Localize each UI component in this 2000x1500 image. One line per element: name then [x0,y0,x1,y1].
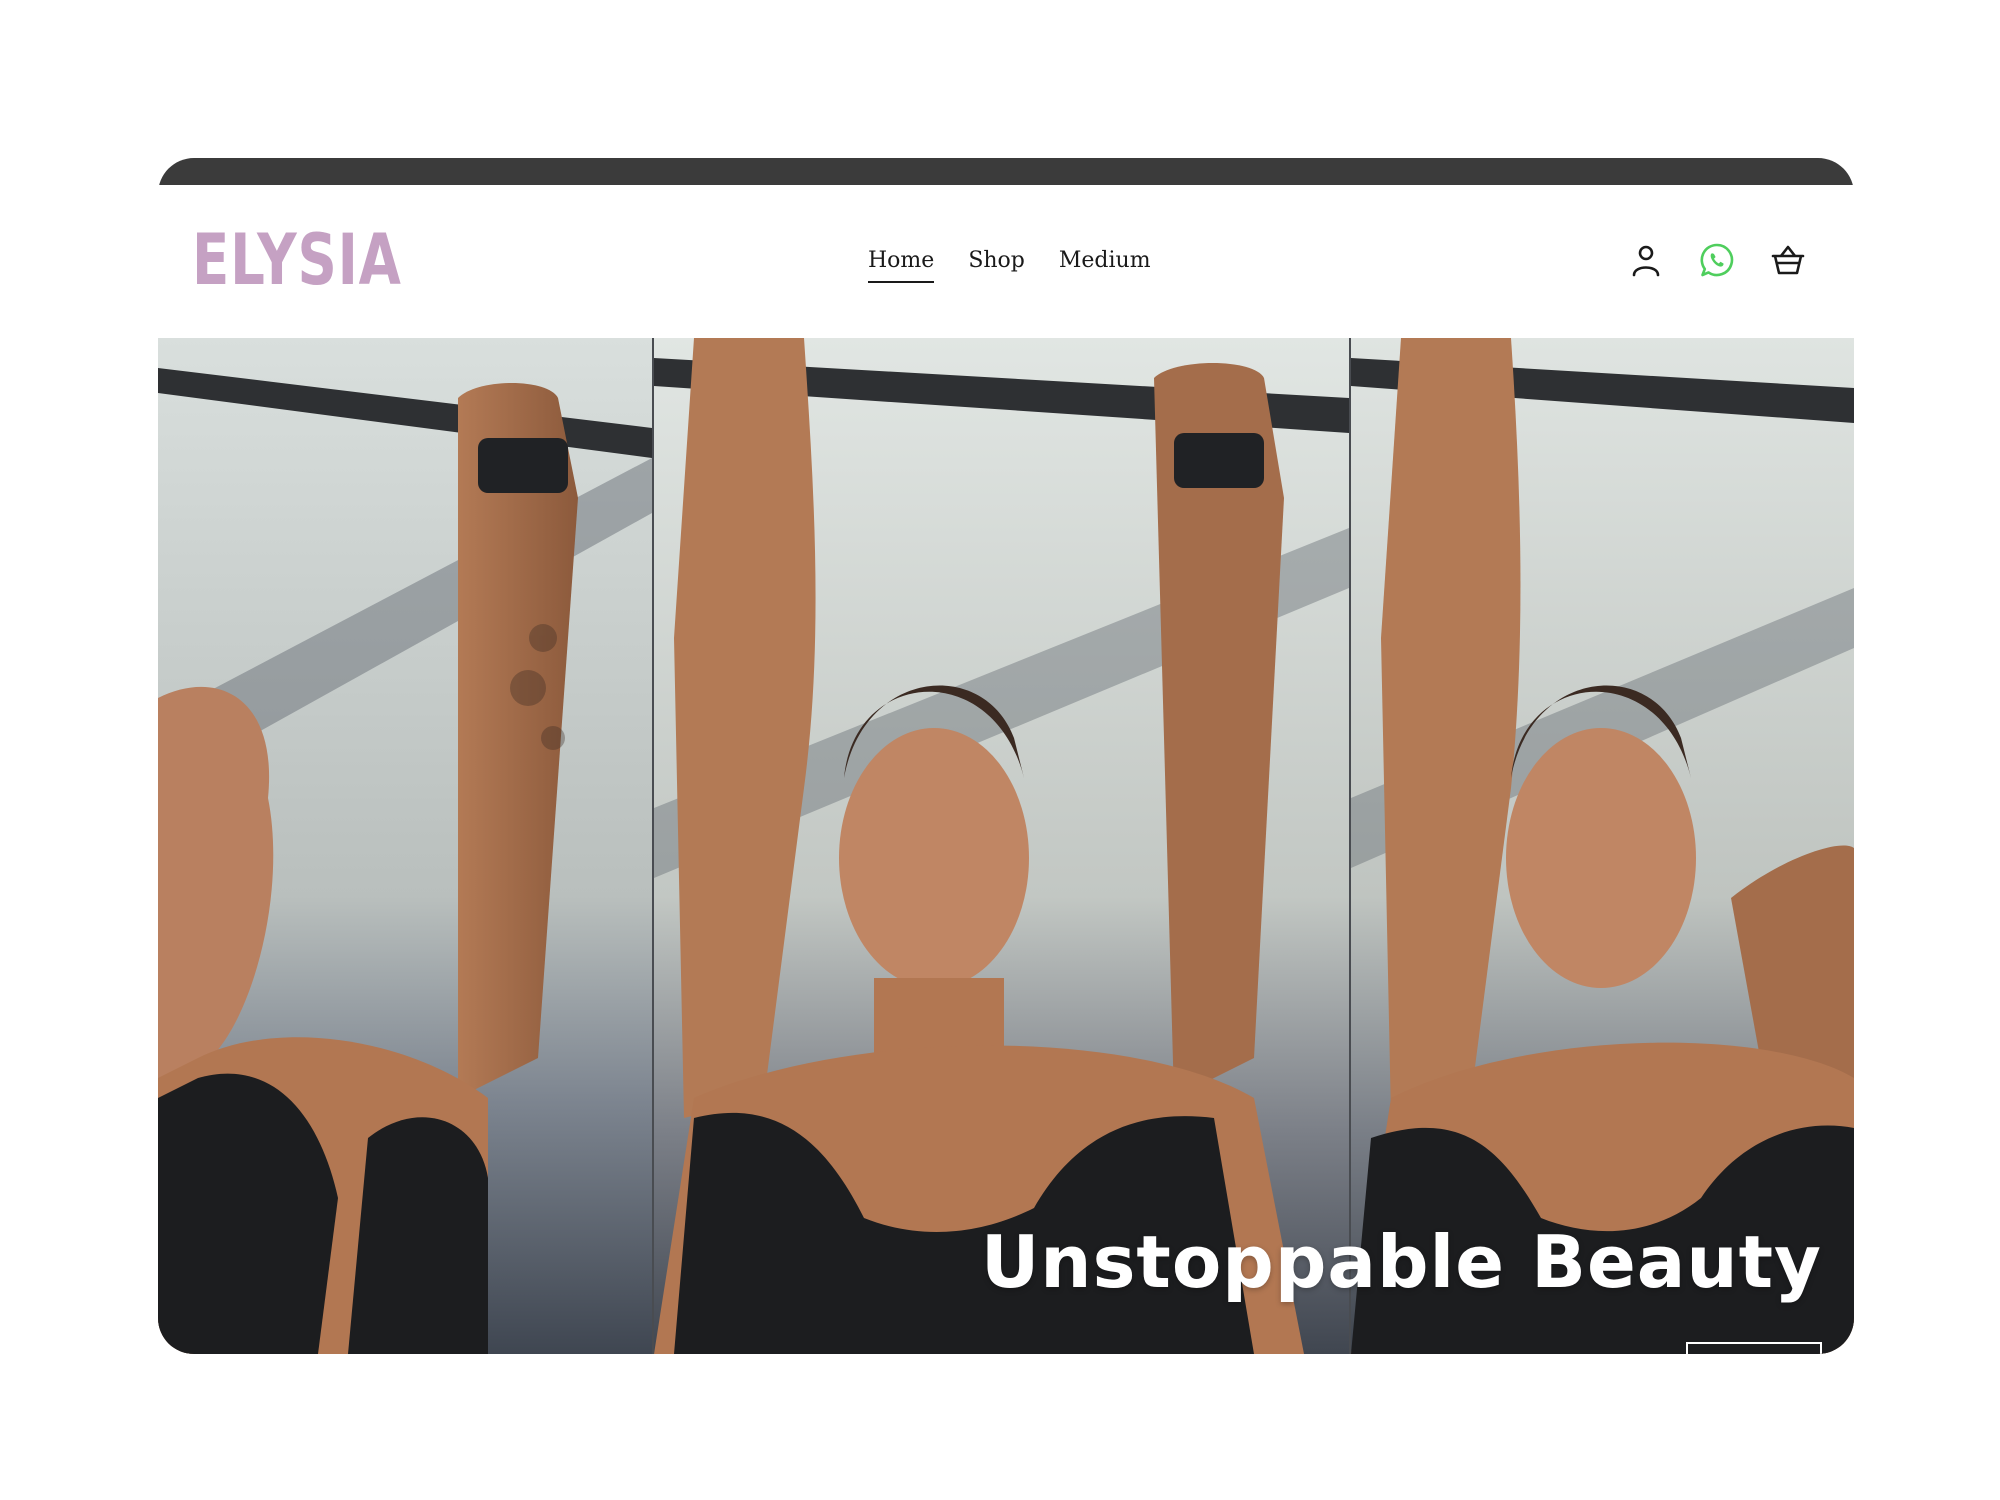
basket-icon[interactable] [1770,242,1806,278]
nav-item-shop[interactable]: Shop [968,248,1025,283]
hero-image-panel [654,338,1349,1354]
browser-top-bar [158,158,1854,185]
browser-window: ELYSIA Home Shop Medium Unstoppable Beau… [158,158,1854,1354]
hero-image-panel [1351,338,1854,1354]
nav-item-medium[interactable]: Medium [1059,248,1151,283]
hero-headline: Unstoppable Beauty [980,1220,1822,1304]
hero-banner: Unstoppable Beauty [158,338,1854,1354]
hero-image-panel [158,338,652,1354]
nav-item-home[interactable]: Home [868,248,935,283]
main-nav: Home Shop Medium [868,248,1151,283]
header-actions [1628,242,1806,278]
hero-cta-button[interactable] [1686,1342,1822,1354]
brand-logo[interactable]: ELYSIA [192,225,402,295]
whatsapp-icon[interactable] [1699,242,1735,278]
site-header: ELYSIA Home Shop Medium [158,185,1854,338]
account-icon[interactable] [1628,242,1664,278]
